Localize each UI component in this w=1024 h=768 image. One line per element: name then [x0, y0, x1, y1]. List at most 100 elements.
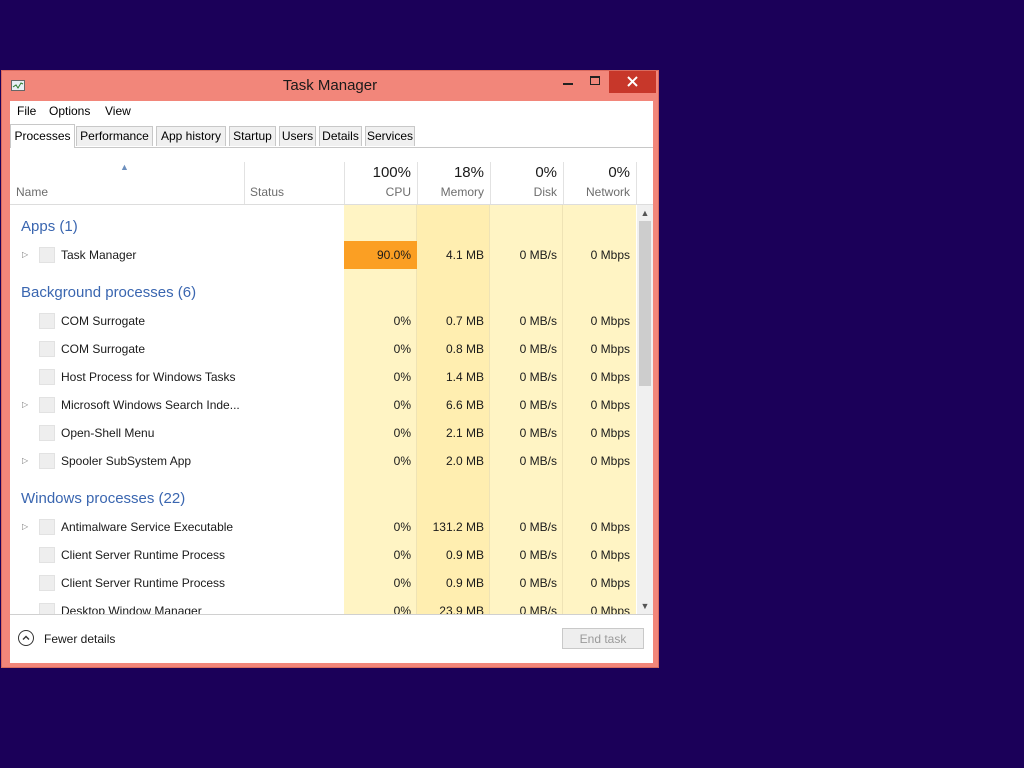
scroll-up-arrow-icon[interactable]: ▲: [637, 205, 653, 221]
close-button[interactable]: [609, 71, 656, 93]
column-network-header[interactable]: Network: [563, 185, 630, 199]
process-row[interactable]: Host Process for Windows Tasks 0% 1.4 MB…: [10, 363, 636, 391]
disk-value: 0 MB/s: [519, 548, 557, 562]
disk-value: 0 MB/s: [519, 370, 557, 384]
cpu-value: 0%: [393, 454, 411, 468]
disk-value: 0 MB/s: [519, 342, 557, 356]
tab-performance[interactable]: Performance: [76, 126, 153, 146]
network-value: 0 Mbps: [590, 604, 630, 614]
network-value: 0 Mbps: [590, 370, 630, 384]
group-header-apps[interactable]: Apps (1): [10, 211, 636, 239]
column-status-header[interactable]: Status: [250, 185, 284, 199]
process-icon: [39, 453, 55, 469]
process-name: Open-Shell Menu: [61, 426, 155, 440]
process-row[interactable]: Desktop Window Manager 0% 23.9 MB 0 MB/s…: [10, 597, 636, 614]
group-label: Windows processes (22): [21, 490, 186, 507]
process-name: Microsoft Windows Search Inde...: [61, 398, 240, 412]
column-memory-header[interactable]: Memory: [417, 185, 484, 199]
network-value: 0 Mbps: [590, 576, 630, 590]
cpu-value: 0%: [393, 520, 411, 534]
cpu-value: 0%: [393, 342, 411, 356]
cpu-value: 0%: [393, 398, 411, 412]
scroll-down-arrow-icon[interactable]: ▼: [637, 598, 653, 614]
process-name: Client Server Runtime Process: [61, 576, 226, 590]
scrollbar-thumb[interactable]: [639, 221, 651, 386]
menu-options[interactable]: Options: [49, 104, 90, 118]
tab-users[interactable]: Users: [279, 126, 316, 146]
network-value: 0 Mbps: [590, 398, 630, 412]
process-row[interactable]: ▷ Spooler SubSystem App 0% 2.0 MB 0 MB/s…: [10, 447, 636, 475]
group-header-windows[interactable]: Windows processes (22): [10, 483, 636, 511]
tab-startup[interactable]: Startup: [229, 126, 276, 146]
fewer-details-link[interactable]: Fewer details: [44, 632, 115, 646]
network-total-percent[interactable]: 0%: [563, 164, 630, 181]
process-row[interactable]: ▷ Task Manager 90.0% 4.1 MB 0 MB/s 0 Mbp…: [10, 241, 636, 269]
process-icon: [39, 603, 55, 614]
disk-value: 0 MB/s: [519, 576, 557, 590]
tab-details[interactable]: Details: [319, 126, 362, 146]
cpu-total-percent[interactable]: 100%: [344, 164, 411, 181]
menu-bar: File Options View: [10, 101, 653, 121]
disk-total-percent[interactable]: 0%: [490, 164, 557, 181]
memory-total-percent[interactable]: 18%: [417, 164, 484, 181]
expand-arrow-icon[interactable]: ▷: [22, 522, 28, 531]
process-list: Apps (1) ▷ Task Manager 90.0% 4.1 MB 0 M…: [10, 205, 653, 614]
process-row[interactable]: Client Server Runtime Process 0% 0.9 MB …: [10, 569, 636, 597]
cpu-value: 0%: [393, 548, 411, 562]
cpu-value: 0%: [393, 576, 411, 590]
process-row[interactable]: ▷ Antimalware Service Executable 0% 131.…: [10, 513, 636, 541]
memory-value: 2.0 MB: [445, 454, 484, 468]
tab-services[interactable]: Services: [365, 126, 415, 146]
process-icon: [39, 425, 55, 441]
group-header-background[interactable]: Background processes (6): [10, 277, 636, 305]
process-row[interactable]: COM Surrogate 0% 0.7 MB 0 MB/s 0 Mbps: [10, 307, 636, 335]
process-name: Spooler SubSystem App: [61, 454, 192, 468]
end-task-button[interactable]: End task: [562, 628, 644, 649]
close-icon: [627, 76, 638, 87]
memory-value: 2.1 MB: [445, 426, 484, 440]
process-row[interactable]: Open-Shell Menu 0% 2.1 MB 0 MB/s 0 Mbps: [10, 419, 636, 447]
expand-arrow-icon[interactable]: ▷: [22, 250, 28, 259]
process-icon: [39, 519, 55, 535]
cpu-value: 0%: [393, 426, 411, 440]
process-row[interactable]: COM Surrogate 0% 0.8 MB 0 MB/s 0 Mbps: [10, 335, 636, 363]
memory-value: 0.9 MB: [445, 576, 484, 590]
process-icon: [39, 247, 55, 263]
menu-view[interactable]: View: [105, 104, 131, 118]
menu-file[interactable]: File: [17, 104, 36, 118]
process-name: Desktop Window Manager: [61, 604, 202, 614]
network-value: 0 Mbps: [590, 520, 630, 534]
memory-value: 131.2 MB: [432, 520, 484, 534]
network-value: 0 Mbps: [590, 342, 630, 356]
network-value: 0 Mbps: [590, 454, 630, 468]
column-cpu-header[interactable]: CPU: [344, 185, 411, 199]
client-area: File Options View Processes Performance …: [10, 101, 653, 663]
disk-value: 0 MB/s: [519, 398, 557, 412]
cpu-value: 0%: [393, 370, 411, 384]
minimize-button[interactable]: [555, 71, 581, 93]
title-bar[interactable]: Task Manager: [2, 71, 658, 101]
process-name: COM Surrogate: [61, 314, 146, 328]
disk-value: 0 MB/s: [519, 314, 557, 328]
tab-strip: Processes Performance App history Startu…: [10, 121, 653, 148]
process-row[interactable]: Client Server Runtime Process 0% 0.9 MB …: [10, 541, 636, 569]
network-value: 0 Mbps: [590, 314, 630, 328]
memory-value: 0.9 MB: [445, 548, 484, 562]
maximize-button[interactable]: [582, 71, 608, 93]
vertical-scrollbar[interactable]: ▲ ▼: [637, 205, 653, 614]
process-name: Host Process for Windows Tasks: [61, 370, 236, 384]
expand-arrow-icon[interactable]: ▷: [22, 400, 28, 409]
column-disk-header[interactable]: Disk: [490, 185, 557, 199]
column-separator[interactable]: [636, 162, 637, 204]
process-row[interactable]: ▷ Microsoft Windows Search Inde... 0% 6.…: [10, 391, 636, 419]
tab-processes[interactable]: Processes: [10, 124, 75, 148]
memory-value: 0.8 MB: [445, 342, 484, 356]
cpu-value: 90.0%: [376, 248, 411, 262]
column-separator[interactable]: [244, 162, 245, 204]
tab-app-history[interactable]: App history: [156, 126, 226, 146]
disk-value: 0 MB/s: [519, 248, 557, 262]
expand-arrow-icon[interactable]: ▷: [22, 456, 28, 465]
sort-ascending-icon: ▲: [120, 162, 129, 172]
column-name-header[interactable]: Name: [16, 185, 48, 199]
chevron-up-circle-icon[interactable]: [18, 630, 34, 646]
